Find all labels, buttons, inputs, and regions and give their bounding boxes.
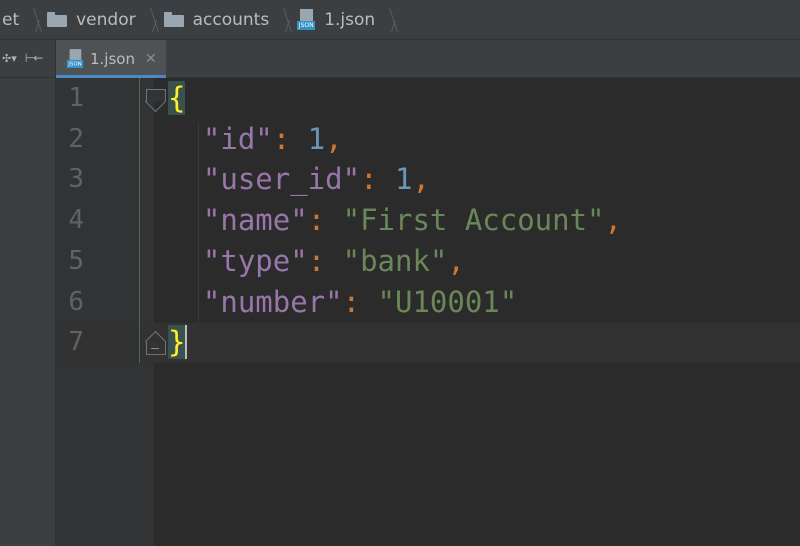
code-line[interactable]: "type": "bank",	[168, 241, 465, 281]
breadcrumb-label: accounts	[192, 9, 270, 30]
code-token: :	[307, 203, 343, 238]
code-line[interactable]: {	[168, 78, 186, 118]
json-string: "First Account"	[342, 203, 605, 238]
json-key: "user_id"	[202, 162, 361, 197]
editor-tab-bar: JSON 1.json ✕	[0, 40, 800, 78]
vcs-change-marker	[139, 78, 140, 363]
line-number: 1	[68, 83, 84, 113]
json-brace: {	[168, 81, 186, 115]
breadcrumb-separator	[27, 0, 41, 39]
tab-label: 1.json	[90, 49, 135, 68]
breadcrumb-label: vendor	[76, 9, 136, 30]
line-number: 7	[68, 327, 84, 358]
folder-icon	[163, 12, 184, 27]
code-token: ,	[412, 162, 430, 197]
line-number: 6	[68, 286, 84, 317]
json-string: "bank"	[342, 243, 448, 278]
tool-window-strip	[0, 78, 56, 546]
breadcrumb-label: 1.json	[324, 9, 376, 30]
code-token: :	[360, 162, 395, 197]
json-key: "number"	[202, 284, 343, 319]
code-token: ,	[604, 203, 622, 238]
fold-bar	[151, 348, 159, 349]
breadcrumb-item-accounts[interactable]: accounts	[163, 0, 272, 39]
project-toolbar	[0, 40, 56, 77]
breadcrumb-item-file[interactable]: JSON 1.json	[297, 0, 377, 39]
code-token: :	[307, 243, 343, 278]
close-icon[interactable]: ✕	[145, 51, 157, 67]
breadcrumb-item-vendor[interactable]: vendor	[47, 0, 137, 39]
json-file-icon: JSON	[297, 8, 316, 31]
line-number: 4	[68, 205, 84, 236]
folder-icon	[47, 12, 68, 27]
json-file-icon: JSON	[66, 48, 84, 69]
code-line[interactable]: "number": "U10001"	[168, 282, 517, 322]
code-line[interactable]: "user_id": 1,	[168, 159, 430, 199]
json-number: 1	[307, 121, 326, 156]
json-brace: }	[168, 325, 186, 360]
code-line[interactable]: "name": "First Account",	[168, 200, 622, 240]
settings-icon[interactable]	[2, 51, 17, 66]
code-line[interactable]: "id": 1,	[168, 119, 343, 159]
json-key: "id"	[202, 121, 273, 156]
line-number: 3	[68, 164, 84, 195]
fold-end-icon[interactable]	[146, 333, 166, 355]
breadcrumb-separator	[277, 0, 291, 39]
collapse-icon[interactable]	[25, 51, 42, 66]
breadcrumb-separator	[144, 0, 158, 39]
breadcrumb-item-project[interactable]: et	[0, 0, 21, 39]
code-token: :	[272, 121, 308, 156]
code-token: ,	[325, 121, 343, 156]
json-number: 1	[394, 162, 413, 197]
line-number: 5	[68, 245, 84, 276]
code-token: ,	[447, 243, 465, 278]
breadcrumb: et vendor accounts JSON 1.json	[0, 0, 800, 40]
code-line[interactable]: }	[168, 322, 186, 362]
breadcrumb-label: et	[2, 9, 20, 30]
json-key: "type"	[202, 243, 308, 278]
text-cursor	[185, 325, 187, 359]
breadcrumb-separator	[383, 0, 397, 39]
tab-1-json[interactable]: JSON 1.json ✕	[56, 40, 166, 78]
json-string: "U10001"	[377, 284, 518, 319]
fold-collapse-icon[interactable]	[146, 89, 166, 111]
line-number: 2	[68, 123, 84, 154]
code-token: :	[342, 284, 378, 319]
json-key: "name"	[202, 203, 308, 238]
